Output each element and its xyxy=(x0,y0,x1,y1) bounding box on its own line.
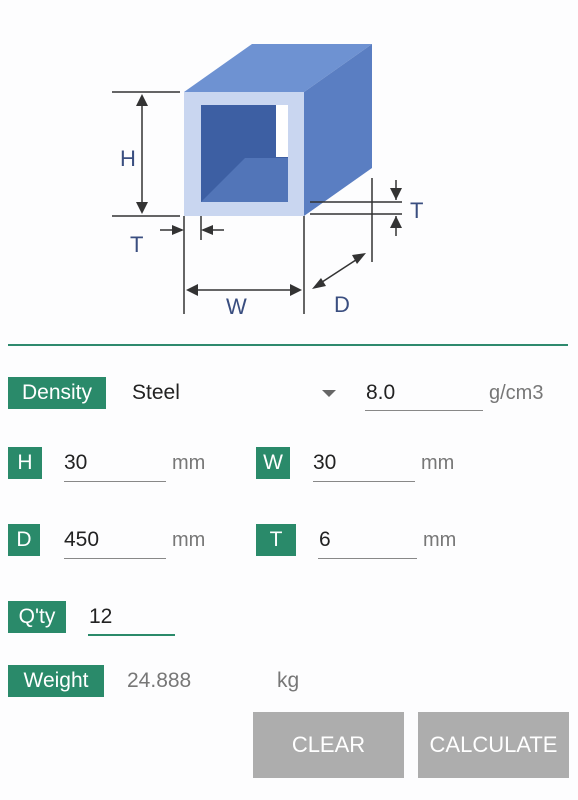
tube-inner-highlight xyxy=(276,105,288,157)
qty-label: Q'ty xyxy=(8,601,66,633)
w-unit: mm xyxy=(421,452,455,474)
h-input[interactable]: 30 xyxy=(64,448,164,478)
dimension-d-label: D xyxy=(334,292,350,317)
d-unit: mm xyxy=(172,529,206,551)
h-input-underline xyxy=(64,481,166,482)
h-unit: mm xyxy=(172,452,206,474)
chevron-down-icon[interactable] xyxy=(322,390,336,397)
material-select[interactable]: Steel xyxy=(132,377,342,409)
density-input[interactable]: 8.0 xyxy=(366,378,482,408)
w-input[interactable]: 30 xyxy=(313,448,413,478)
square-tube-diagram: H T W T D xyxy=(112,44,423,319)
weight-value: 24.888 xyxy=(127,669,192,692)
dimension-t-left-label: T xyxy=(130,232,143,257)
t-unit: mm xyxy=(423,529,457,551)
h-label: H xyxy=(8,447,42,479)
weight-unit: kg xyxy=(277,669,300,692)
d-label: D xyxy=(8,524,40,556)
density-label: Density xyxy=(8,377,106,409)
t-input[interactable]: 6 xyxy=(319,525,415,555)
dimension-t-right-label: T xyxy=(410,198,423,223)
qty-input-underline xyxy=(88,634,175,636)
dimension-w-label: W xyxy=(226,294,247,319)
d-input[interactable]: 450 xyxy=(64,525,164,555)
clear-button[interactable]: CLEAR xyxy=(253,712,404,778)
density-unit: g/cm3 xyxy=(489,382,544,404)
w-label: W xyxy=(256,447,290,479)
d-input-underline xyxy=(64,558,166,559)
section-divider xyxy=(8,344,568,346)
t-input-underline xyxy=(318,558,417,559)
qty-input[interactable]: 12 xyxy=(89,602,173,632)
t-label: T xyxy=(256,524,296,556)
weight-label: Weight xyxy=(8,665,104,697)
calculate-button[interactable]: CALCULATE xyxy=(418,712,569,778)
density-input-underline xyxy=(365,410,483,411)
dimension-h-label: H xyxy=(120,146,136,171)
w-input-underline xyxy=(313,481,415,482)
